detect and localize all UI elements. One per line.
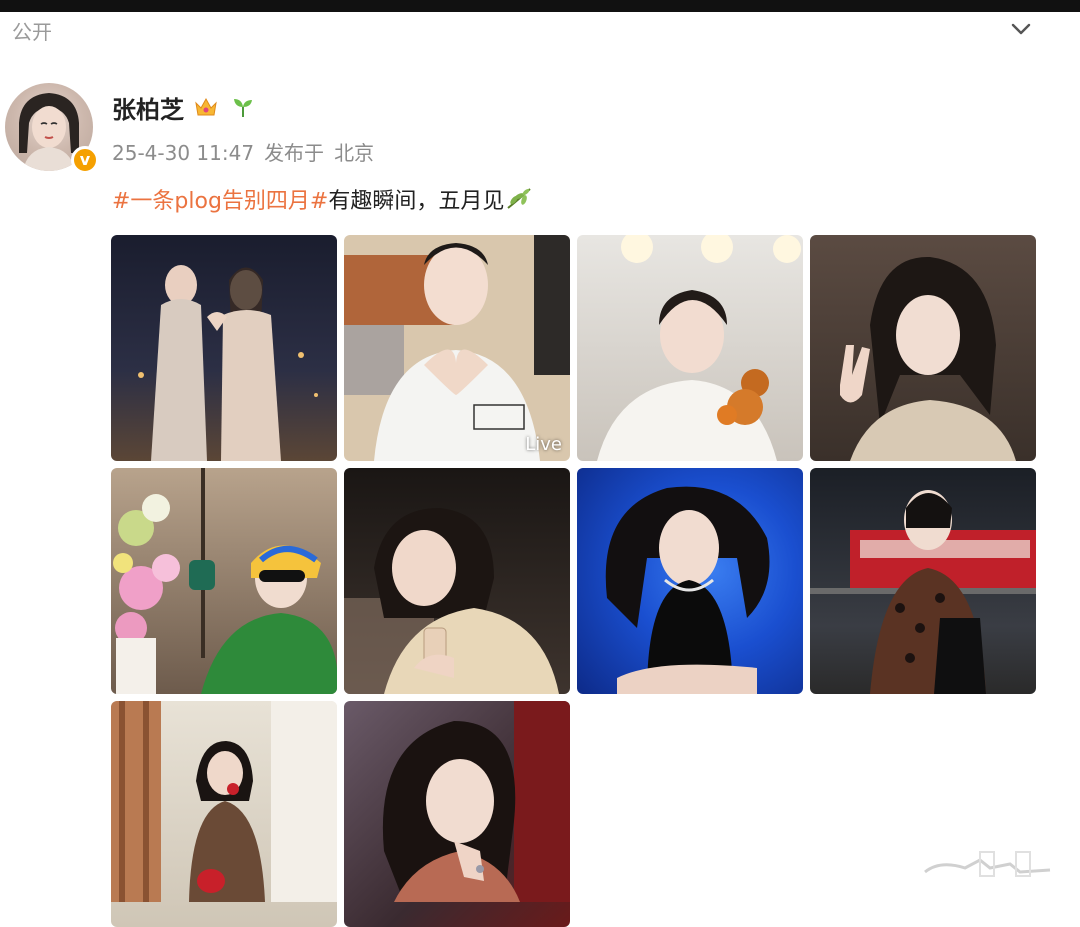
visibility-label: 公开	[12, 20, 52, 44]
sprout-icon[interactable]	[230, 95, 256, 119]
post-meta: 25-4-30 11:47 发布于 北京	[112, 137, 384, 166]
photo-5[interactable]	[111, 468, 337, 694]
post-body-text: 有趣瞬间，五月见	[328, 189, 505, 214]
photo-8[interactable]	[810, 468, 1036, 694]
olive-branch-icon	[507, 188, 532, 209]
author-name[interactable]: 张柏芝	[112, 90, 184, 125]
photo-2[interactable]: Live	[344, 235, 570, 461]
chevron-down-icon[interactable]	[1008, 16, 1034, 42]
post-location: 北京	[334, 141, 375, 165]
author-avatar[interactable]: v	[5, 83, 99, 175]
crown-icon[interactable]	[193, 95, 219, 119]
post-text: #一条plog告别四月#有趣瞬间，五月见	[112, 183, 534, 215]
photo-10[interactable]	[344, 701, 570, 927]
photo-7[interactable]	[577, 468, 803, 694]
photo-1[interactable]	[111, 235, 337, 461]
photo-9[interactable]	[111, 701, 337, 927]
hashtag-link[interactable]: #一条plog告别四月#	[112, 189, 328, 214]
live-badge: Live	[525, 434, 562, 455]
photo-4[interactable]	[810, 235, 1036, 461]
verified-badge-icon: v	[71, 146, 99, 174]
top-status-bar	[0, 0, 1080, 12]
watermark-icon	[924, 851, 1051, 877]
photo-3[interactable]	[577, 235, 803, 461]
source-prefix: 发布于	[264, 141, 325, 165]
post-time: 25-4-30 11:47	[112, 141, 255, 165]
photo-6[interactable]	[344, 468, 570, 694]
